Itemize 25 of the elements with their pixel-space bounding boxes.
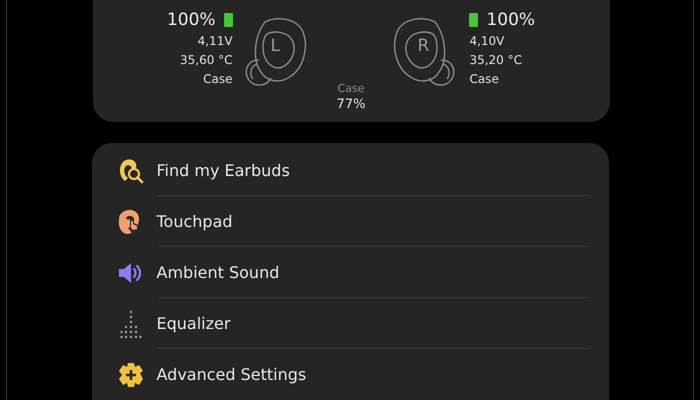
location-text: Case <box>469 71 499 88</box>
equalizer-icon <box>120 310 142 338</box>
earbud-letter: R <box>417 36 430 56</box>
battery-percent: 100% <box>166 10 216 30</box>
speaker-icon <box>118 262 144 284</box>
case-label: Case <box>338 82 364 95</box>
earbud-icon <box>242 16 309 88</box>
battery-icon <box>469 13 478 27</box>
menu-item[interactable]: Advanced Settings <box>156 349 588 400</box>
menu-item[interactable]: Touchpad <box>156 196 588 247</box>
earbud-letter: L <box>270 36 280 56</box>
menu-item[interactable]: Find my Earbuds <box>156 145 588 196</box>
gear-plus-icon <box>118 362 144 388</box>
battery-percent: 100% <box>486 10 536 30</box>
voltage-text: 4,11V <box>198 33 233 50</box>
voltage-text: 4,10V <box>469 33 504 50</box>
menu-item[interactable]: Ambient Sound <box>156 247 588 298</box>
case-percent: 77% <box>336 97 366 112</box>
location-text: Case <box>203 71 233 88</box>
temperature-text: 35,60 °C <box>180 52 233 69</box>
battery-icon <box>224 13 233 27</box>
earbud-icon <box>391 16 458 88</box>
temperature-text: 35,20 °C <box>469 52 522 69</box>
menu-item[interactable]: Equalizer <box>156 298 588 349</box>
earbud-search-icon <box>118 158 144 184</box>
